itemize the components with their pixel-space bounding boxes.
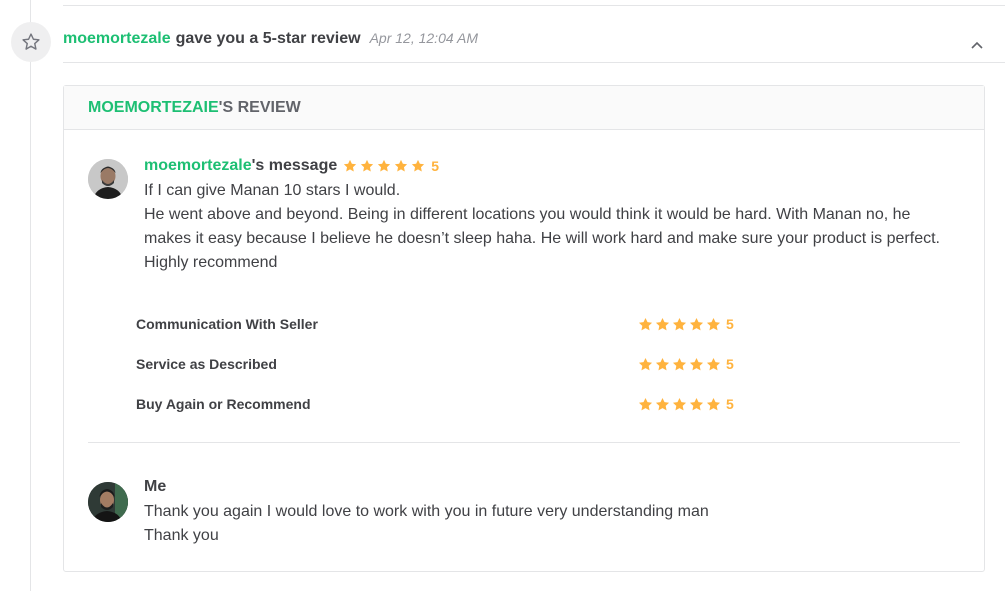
review-username[interactable]: moemortezale (144, 157, 252, 175)
review-line: If I can give Manan 10 stars I would. (144, 182, 401, 199)
criteria-label: Service as Described (136, 356, 277, 372)
star-icon (655, 397, 670, 412)
top-divider (63, 5, 1005, 6)
criteria-rating: 5 (638, 304, 734, 344)
star-icon (689, 357, 704, 372)
timeline-line (30, 0, 31, 591)
rating-criteria: Communication With Seller 5 Service as D… (136, 304, 756, 424)
star-icon (638, 397, 653, 412)
event-text: gave you a 5-star review (175, 30, 361, 47)
star-icon (706, 357, 721, 372)
seller-reply: Me Thank you again I would love to work … (144, 477, 944, 548)
star-icon (360, 159, 374, 173)
event-timestamp: Apr 12, 12:04 AM (369, 30, 479, 46)
collapse-button[interactable] (968, 36, 986, 54)
review-card-header: MOEMORTEZAIE 'S REVIEW (64, 86, 984, 130)
review-header-suffix: 'S REVIEW (218, 98, 301, 116)
review-overall-rating: 5 (343, 158, 439, 174)
review-message: moemortezale's message 5 If I can give M… (144, 156, 944, 275)
rating-score: 5 (431, 158, 440, 174)
event-header: moemortezale gave you a 5-star review Ap… (63, 30, 478, 52)
criteria-label: Communication With Seller (136, 316, 318, 332)
criteria-rating: 5 (638, 384, 734, 424)
review-card: MOEMORTEZAIE 'S REVIEW moemortezale's mes… (63, 85, 985, 572)
reply-author: Me (144, 478, 167, 495)
reviewer-avatar[interactable] (88, 159, 128, 199)
criteria-row-service: Service as Described 5 (136, 344, 756, 384)
rating-score: 5 (726, 316, 734, 332)
star-icon (638, 317, 653, 332)
header-divider (63, 62, 1005, 63)
star-icon (638, 357, 653, 372)
review-message-body: If I can give Manan 10 stars I would. He… (144, 179, 944, 275)
criteria-label: Buy Again or Recommend (136, 396, 311, 412)
star-icon (655, 317, 670, 332)
rating-score: 5 (726, 396, 734, 412)
star-icon (706, 397, 721, 412)
criteria-row-recommend: Buy Again or Recommend 5 (136, 384, 756, 424)
card-divider (88, 442, 960, 443)
review-line: He went above and beyond. Being in diffe… (144, 206, 940, 271)
star-icon (655, 357, 670, 372)
star-icon (672, 317, 687, 332)
chevron-up-icon (971, 41, 983, 49)
event-username[interactable]: moemortezale (63, 30, 171, 48)
reply-line: Thank you again I would love to work wit… (144, 503, 709, 520)
star-icon (672, 397, 687, 412)
star-icon (411, 159, 425, 173)
reply-body: Thank you again I would love to work wit… (144, 500, 944, 548)
rating-score: 5 (726, 356, 734, 372)
criteria-rating: 5 (638, 344, 734, 384)
star-icon (689, 317, 704, 332)
star-outline-icon (11, 22, 51, 62)
star-icon (377, 159, 391, 173)
review-title-suffix: 's message (251, 157, 338, 174)
star-icon (394, 159, 408, 173)
star-icon (689, 397, 704, 412)
my-avatar[interactable] (88, 482, 128, 522)
review-message-title: moemortezale's message 5 (144, 156, 944, 176)
star-icon (672, 357, 687, 372)
reviewer-name[interactable]: MOEMORTEZAIE (88, 99, 219, 117)
star-icon (706, 317, 721, 332)
reply-line: Thank you (144, 527, 219, 544)
criteria-row-communication: Communication With Seller 5 (136, 304, 756, 344)
star-icon (343, 159, 357, 173)
